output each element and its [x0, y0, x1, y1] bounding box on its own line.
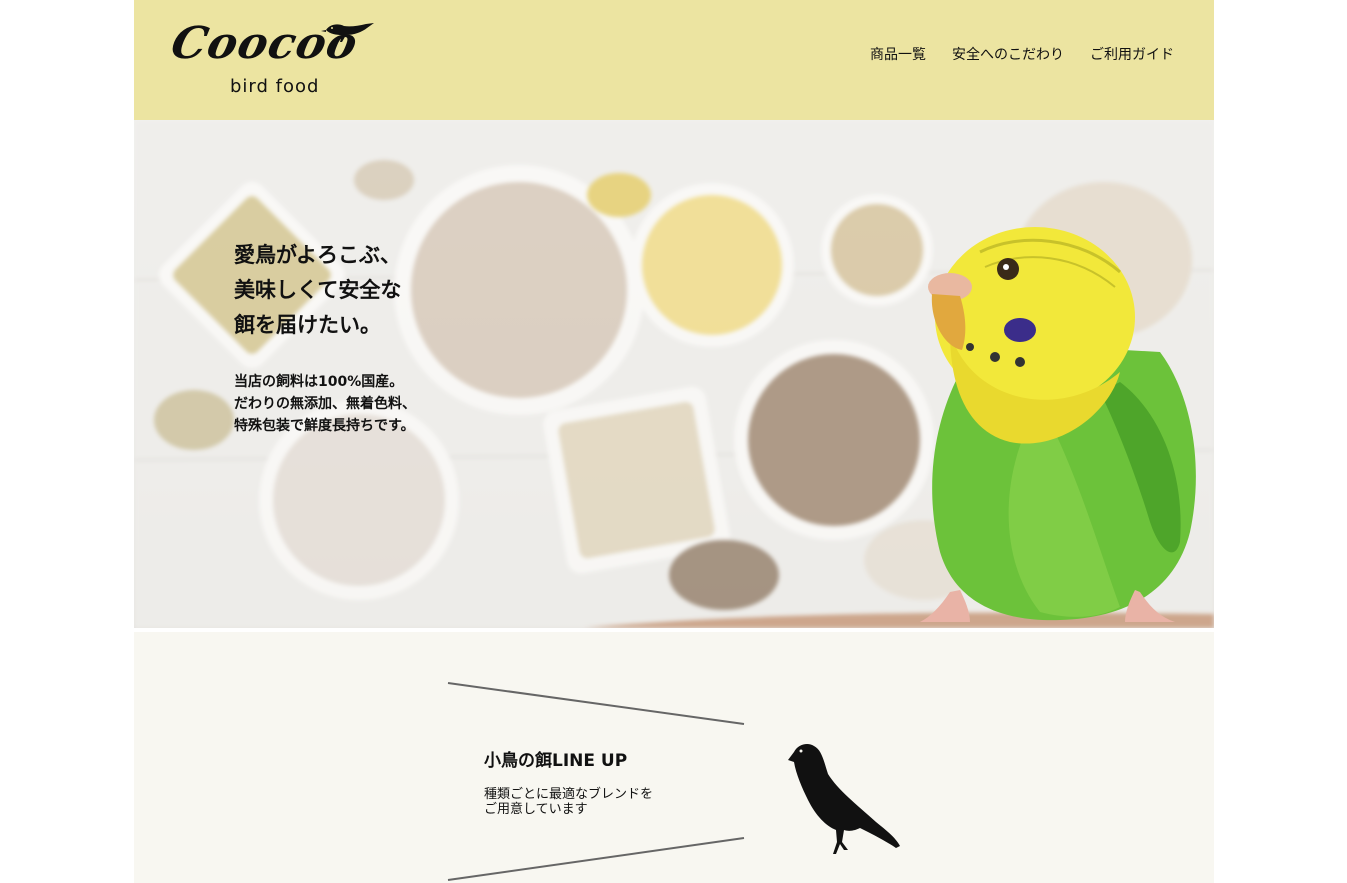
hero-description: 当店の飼料は100%国産。 だわりの無添加、無着色料、 特殊包装で鮮度長持ちです…	[234, 371, 416, 437]
hero-title-line: 愛鳥がよろこぶ、	[234, 243, 401, 267]
lineup-desc-line: 種類ごとに最適なブレンドを	[484, 787, 654, 802]
sparrow-silhouette-icon	[788, 744, 900, 854]
hero-section: 愛鳥がよろこぶ、 美味しくて安全な 餌を届けたい。 当店の飼料は100%国産。 …	[134, 120, 1214, 628]
budgerigar-image	[920, 227, 1196, 622]
hero-title-line: 餌を届けたい。	[234, 313, 381, 337]
page: Coocoo bird food 商品一覧 安全へのこだわり ご利用ガイド 愛鳥…	[134, 0, 1214, 883]
lineup-copy[interactable]: 小鳥の餌LINE UP 種類ごとに最適なブレンドを ご用意しています	[484, 746, 653, 817]
main-nav: 商品一覧 安全へのこだわり ご利用ガイド	[870, 44, 1174, 64]
site-header: Coocoo bird food 商品一覧 安全へのこだわり ご利用ガイド	[134, 0, 1214, 120]
nav-item-guide[interactable]: ご利用ガイド	[1090, 44, 1174, 64]
lineup-title: 小鳥の餌LINE UP	[484, 751, 628, 771]
hero-title-line: 美味しくて安全な	[234, 278, 402, 302]
hero-desc-line: 特殊包装で鮮度長持ちです。	[234, 418, 415, 434]
hero-desc-line: だわりの無添加、無着色料、	[234, 396, 416, 412]
decorative-lines	[447, 682, 745, 881]
bird-icon	[321, 23, 374, 42]
logo[interactable]: Coocoo bird food	[167, 14, 382, 104]
lineup-desc-line: ご用意しています	[484, 802, 588, 817]
lineup-section: 小鳥の餌LINE UP 種類ごとに最適なブレンドを ご用意しています	[134, 632, 1214, 883]
nav-item-products[interactable]: 商品一覧	[870, 44, 926, 64]
hero-copy: 愛鳥がよろこぶ、 美味しくて安全な 餌を届けたい。 当店の飼料は100%国産。 …	[234, 238, 416, 437]
nav-item-safety[interactable]: 安全へのこだわり	[952, 44, 1064, 64]
hero-desc-line: 当店の飼料は100%国産。	[234, 374, 404, 390]
hero-title: 愛鳥がよろこぶ、 美味しくて安全な 餌を届けたい。	[234, 238, 416, 343]
lineup-description: 種類ごとに最適なブレンドを ご用意しています	[484, 787, 653, 817]
logo-subtitle: bird food	[230, 76, 320, 97]
